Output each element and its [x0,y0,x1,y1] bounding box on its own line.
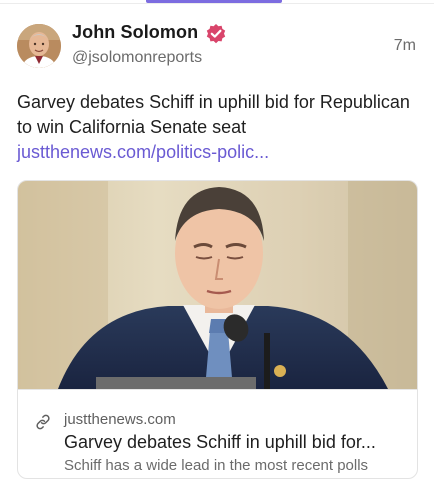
verified-badge-icon [206,24,226,44]
link-preview-title: Garvey debates Schiff in uphill bid for.… [64,432,376,452]
link-preview-description: Schiff has a wide lead in the most recen… [64,457,369,474]
post[interactable]: John Solomon @jsolomonreports 7m Garvey … [0,0,434,500]
link-preview-image [18,181,417,389]
avatar-image [17,24,61,68]
link-preview-domain: justthenews.com [64,411,176,428]
avatar[interactable] [17,24,61,68]
link-preview-card[interactable]: justthenews.com Garvey debates Schiff in… [17,180,418,479]
link-icon [36,414,50,430]
post-text: Garvey debates Schiff in uphill bid for … [17,92,410,137]
author-name[interactable]: John Solomon [72,22,198,43]
link-preview-meta: justthenews.com Garvey debates Schiff in… [18,389,417,478]
post-timestamp: 7m [393,37,416,54]
author-handle[interactable]: @jsolomonreports [72,49,202,67]
post-link[interactable]: justthenews.com/politics-polic... [17,140,269,165]
